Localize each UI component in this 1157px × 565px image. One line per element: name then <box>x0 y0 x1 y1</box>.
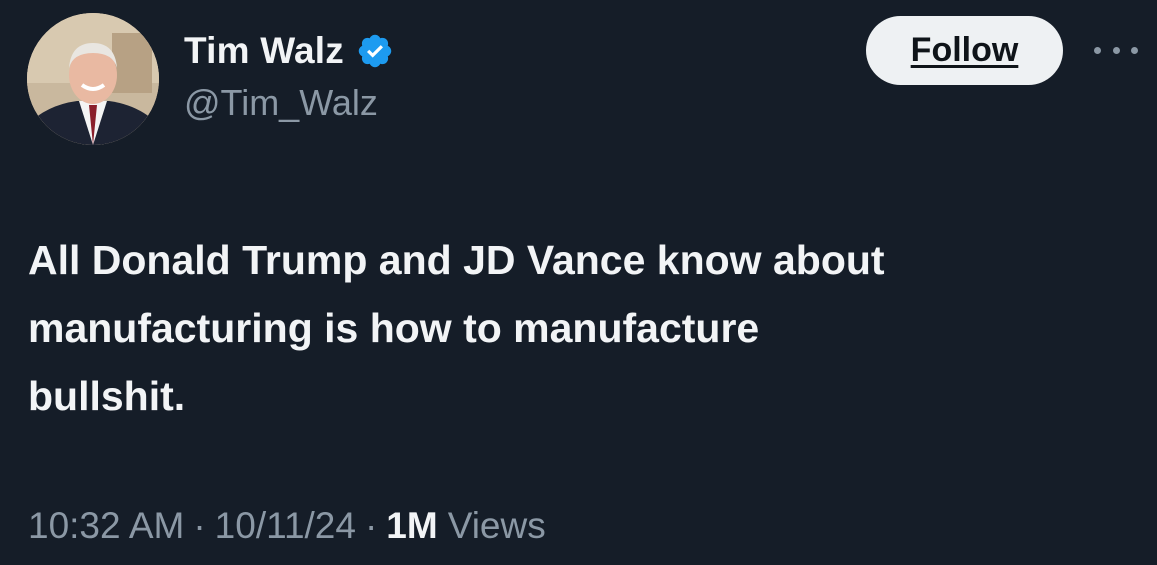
meta-separator: · <box>364 505 378 546</box>
display-name[interactable]: Tim Walz <box>184 30 344 72</box>
views-count[interactable]: 1M <box>386 505 437 547</box>
views-label: Views <box>447 505 546 546</box>
user-handle[interactable]: @Tim_Walz <box>184 82 378 124</box>
follow-button[interactable]: Follow <box>866 16 1063 85</box>
more-dot <box>1131 46 1138 54</box>
tweet-time[interactable]: 10:32 AM <box>28 505 184 547</box>
more-dot <box>1112 46 1120 54</box>
more-dot <box>1094 46 1101 54</box>
meta-separator: · <box>193 505 206 546</box>
tweet-date[interactable]: 10/11/24 <box>215 505 356 547</box>
name-row: Tim Walz <box>184 28 394 74</box>
tweet-metadata: 10:32 AM · 10/11/24 · 1M Views <box>28 505 546 547</box>
verified-badge-icon[interactable] <box>356 32 394 70</box>
tweet-card: Tim Walz @Tim_Walz Follow All Donald Tru… <box>0 0 1157 565</box>
more-options-icon[interactable] <box>1094 40 1138 60</box>
tweet-text: All Donald Trump and JD Vance know about… <box>28 237 885 419</box>
profile-photo <box>27 13 159 145</box>
avatar[interactable] <box>27 13 159 145</box>
